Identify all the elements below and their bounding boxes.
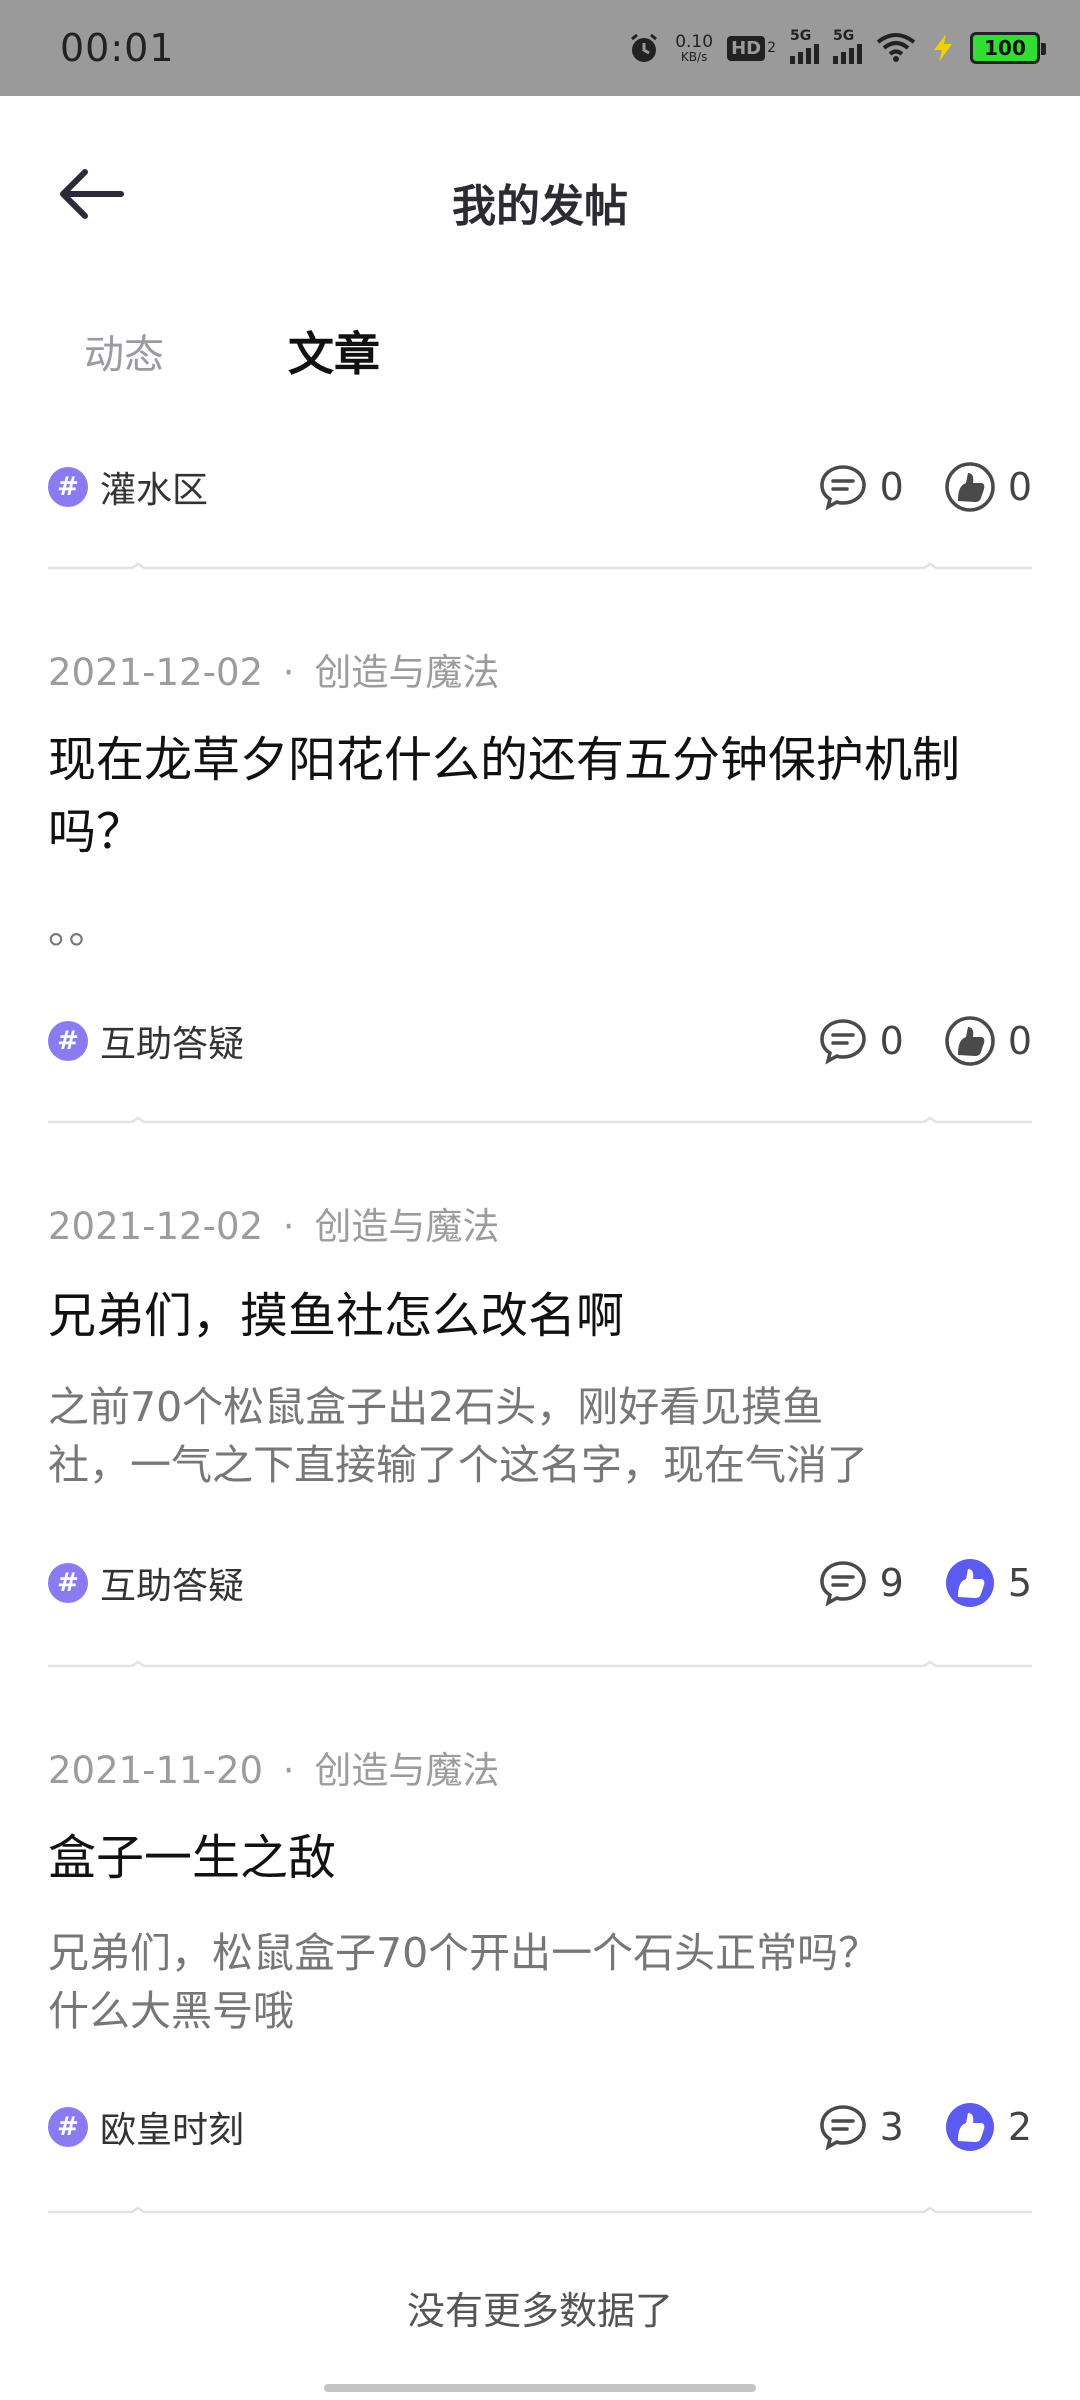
page-title: 我的发帖 <box>452 181 628 232</box>
hd-icon: HD 2 <box>727 35 776 61</box>
like-button[interactable]: 0 <box>944 461 1032 513</box>
post-date: 2021-12-02 <box>48 1205 264 1248</box>
post-title: 兄弟们，摸鱼社怎么改名啊 <box>48 1288 625 1344</box>
like-button[interactable]: 2 <box>944 2101 1032 2153</box>
excerpt-line: 什么大黑号哦 <box>48 1987 294 2035</box>
battery-indicator: 100 <box>970 32 1046 64</box>
meta-separator: · <box>282 1205 295 1248</box>
tab-dynamic[interactable]: 动态 <box>84 322 164 380</box>
post-stats: 3 2 <box>818 2101 1032 2153</box>
divider <box>48 562 1032 570</box>
topic-label: 灌水区 <box>100 470 209 511</box>
comment-button[interactable]: 0 <box>818 463 904 511</box>
divider <box>48 1660 1032 1668</box>
topic-label: 互助答疑 <box>100 1566 245 1607</box>
no-more-data-text: 没有更多数据了 <box>406 2289 673 2333</box>
excerpt-line: 社，一气之下直接输了个这名字，现在气消了 <box>48 1441 868 1489</box>
meta-separator: · <box>282 1749 295 1792</box>
signal-icon-sim1: 5G <box>790 28 819 64</box>
comment-count: 0 <box>879 1019 904 1063</box>
status-time: 00:01 <box>60 26 175 70</box>
comment-count: 9 <box>879 1561 904 1605</box>
like-count: 0 <box>1007 465 1032 509</box>
hd-sub: 2 <box>767 40 776 56</box>
hashtag-icon: # <box>48 1021 88 1061</box>
like-icon <box>945 462 995 512</box>
home-indicator[interactable] <box>324 2384 756 2392</box>
like-count: 2 <box>1007 2105 1032 2149</box>
post-stats: 0 0 <box>818 461 1032 513</box>
hashtag-icon: # <box>48 467 88 507</box>
topic-label: 欧皇时刻 <box>100 2110 245 2151</box>
like-icon <box>945 1016 995 1066</box>
comment-icon <box>819 2105 866 2151</box>
post-footer: # 欧皇时刻 3 2 <box>48 2092 1032 2162</box>
like-count: 5 <box>1007 1561 1032 1605</box>
post-date: 2021-11-20 <box>48 1749 264 1792</box>
comment-icon <box>819 1561 866 1607</box>
alarm-icon <box>627 31 661 65</box>
comment-icon <box>819 1019 866 1065</box>
status-icons: 0.10 KB/s HD 2 5G 5G 100 <box>627 28 1046 65</box>
topic-tag[interactable]: # 互助答疑 <box>48 1557 244 1609</box>
post-date: 2021-12-02 <box>48 651 264 694</box>
divider <box>48 2206 1032 2214</box>
wifi-icon <box>876 32 916 64</box>
meta-separator: · <box>282 651 295 694</box>
hashtag-icon: # <box>48 2107 88 2147</box>
like-button[interactable]: 5 <box>944 1557 1032 1609</box>
tab-bar: 动态 文章 <box>0 304 1080 394</box>
tab-article[interactable]: 文章 <box>288 318 380 384</box>
nav-bar: 我的发帖 <box>0 96 1080 304</box>
topic-label: 互助答疑 <box>100 1024 245 1065</box>
network-speed: 0.10 KB/s <box>675 31 714 64</box>
post-excerpt: 。。 <box>48 905 110 953</box>
post-board: 创造与魔法 <box>314 1205 500 1248</box>
comment-button[interactable]: 3 <box>818 2103 904 2151</box>
sim1-label: 5G <box>790 28 812 44</box>
comment-button[interactable]: 0 <box>818 1017 904 1065</box>
topic-tag[interactable]: # 灌水区 <box>48 461 208 513</box>
like-icon-active <box>945 2103 994 2151</box>
post-footer: # 灌水区 0 0 <box>48 452 1032 522</box>
post-excerpt: 兄弟们，松鼠盒子70个开出一个石头正常吗？ 什么大黑号哦 <box>48 1924 1032 2040</box>
comment-button[interactable]: 9 <box>818 1559 904 1607</box>
hashtag-icon: # <box>48 1563 88 1603</box>
sim2-label: 5G <box>833 28 855 44</box>
like-icon-active <box>945 1559 994 1607</box>
post-excerpt: 之前70个松鼠盒子出2石头，刚好看见摸鱼 社，一气之下直接输了个这名字，现在气消… <box>48 1378 1032 1494</box>
excerpt-line: 之前70个松鼠盒子出2石头，刚好看见摸鱼 <box>48 1383 824 1431</box>
signal-icon-sim2: 5G <box>833 28 862 64</box>
charging-icon <box>930 32 956 64</box>
comment-icon <box>819 465 866 511</box>
post-stats: 0 0 <box>818 1015 1032 1067</box>
post-title: 盒子一生之敌 <box>48 1830 337 1886</box>
excerpt-line: 兄弟们，松鼠盒子70个开出一个石头正常吗？ <box>48 1929 880 1977</box>
hd-label: HD <box>727 35 766 61</box>
network-speed-unit: KB/s <box>680 49 708 64</box>
post-meta: 2021-11-20 · 创造与魔法 <box>48 1740 499 1794</box>
post-footer: # 互助答疑 0 0 <box>48 1006 1032 1076</box>
status-bar: 00:01 0.10 KB/s HD 2 5G 5G 100 <box>0 0 1080 96</box>
post-meta: 2021-12-02 · 创造与魔法 <box>48 1196 499 1250</box>
post-stats: 9 5 <box>818 1557 1032 1609</box>
post-board: 创造与魔法 <box>314 1749 500 1792</box>
topic-tag[interactable]: # 欧皇时刻 <box>48 2101 244 2153</box>
divider <box>48 1116 1032 1124</box>
post-board: 创造与魔法 <box>314 651 500 694</box>
post-title: 现在龙草夕阳花什么的还有五分钟保护机制吗？ <box>48 732 961 860</box>
comment-count: 0 <box>879 465 904 509</box>
topic-tag[interactable]: # 互助答疑 <box>48 1015 244 1067</box>
like-count: 0 <box>1007 1019 1032 1063</box>
network-speed-value: 0.10 <box>675 31 714 52</box>
post-footer: # 互助答疑 9 5 <box>48 1548 1032 1618</box>
post-meta: 2021-12-02 · 创造与魔法 <box>48 642 499 696</box>
like-button[interactable]: 0 <box>944 1015 1032 1067</box>
comment-count: 3 <box>879 2105 904 2149</box>
